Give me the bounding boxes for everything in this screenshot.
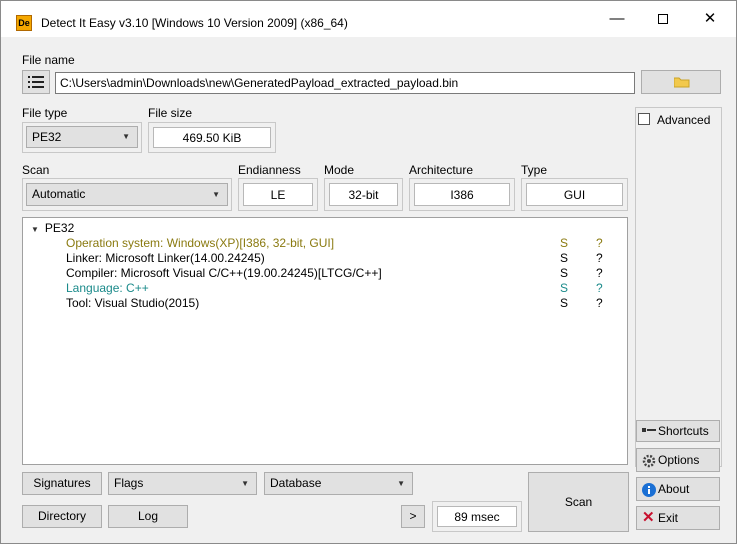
result-row[interactable]: Linker: Microsoft Linker(14.00.24245) [66, 251, 265, 266]
mode-field: 32-bit [329, 183, 398, 206]
scan-button[interactable]: Scan [528, 472, 629, 532]
flags-value: Flags [114, 476, 144, 490]
gear-icon [642, 454, 656, 468]
maximize-button[interactable] [640, 1, 686, 37]
signature-link[interactable]: S [560, 251, 568, 265]
file-menu-button[interactable] [22, 70, 50, 94]
exit-label: Exit [658, 511, 679, 525]
mode-group: 32-bit [324, 178, 403, 211]
window-title: Detect It Easy v3.10 [Windows 10 Version… [41, 16, 348, 30]
keyboard-icon [642, 428, 656, 432]
file-path-input[interactable]: C:\Users\admin\Downloads\new\GeneratedPa… [55, 72, 635, 94]
type-label: Type [521, 163, 548, 177]
time-group: 89 msec [432, 501, 522, 532]
file-type-value: PE32 [32, 130, 62, 144]
info-link[interactable]: ? [596, 296, 603, 310]
shortcuts-button[interactable]: Shortcuts [636, 420, 720, 442]
tree-root-label: PE32 [44, 221, 75, 235]
endianness-field: LE [243, 183, 313, 206]
file-type-select[interactable]: PE32 ▼ [26, 126, 138, 148]
info-link[interactable]: ? [596, 251, 603, 265]
file-size-label: File size [148, 106, 193, 120]
options-button[interactable]: Options [636, 448, 720, 472]
chevron-down-icon: ▼ [122, 132, 130, 141]
close-button[interactable]: ✕ [687, 1, 733, 37]
scan-label: Scan [22, 163, 50, 177]
app-logo-icon: De [16, 15, 32, 31]
result-row[interactable]: Operation system: Windows(XP)[I386, 32-b… [66, 236, 334, 251]
app-window: De Detect It Easy v3.10 [Windows 10 Vers… [0, 0, 737, 544]
signature-link[interactable]: S [560, 296, 568, 310]
exit-button[interactable]: ✕ Exit [636, 506, 720, 530]
detection-results: ▼ PE32 Operation system: Windows(XP)[I386… [22, 217, 628, 465]
flags-select[interactable]: Flags ▼ [108, 472, 257, 495]
shortcuts-label: Shortcuts [658, 424, 709, 438]
info-link[interactable]: ? [596, 281, 603, 295]
next-button[interactable]: > [401, 505, 425, 528]
open-file-button[interactable] [641, 70, 721, 94]
database-value: Database [270, 476, 322, 490]
architecture-label: Architecture [409, 163, 474, 177]
result-row[interactable]: Tool: Visual Studio(2015) [66, 296, 199, 311]
list-icon [28, 76, 44, 88]
endianness-label: Endianness [238, 163, 301, 177]
database-select[interactable]: Database ▼ [264, 472, 413, 495]
architecture-field: I386 [414, 183, 510, 206]
result-row[interactable]: Language: C++ [66, 281, 149, 296]
endianness-group: LE [238, 178, 318, 211]
architecture-group: I386 [409, 178, 515, 211]
tree-expand-icon[interactable]: ▼ [31, 225, 39, 234]
file-size-group: 469.50 KiB [148, 122, 276, 153]
signatures-button[interactable]: Signatures [22, 472, 102, 495]
tree-root[interactable]: ▼ PE32 [31, 221, 74, 235]
advanced-label: Advanced [657, 113, 711, 127]
file-type-label: File type [22, 106, 68, 120]
minimize-button[interactable]: — [594, 1, 640, 37]
scan-select[interactable]: Automatic ▼ [26, 183, 228, 206]
title-bar: De Detect It Easy v3.10 [Windows 10 Vers… [1, 1, 736, 37]
chevron-down-icon: ▼ [212, 190, 220, 199]
side-panel [635, 107, 722, 467]
about-label: About [658, 482, 690, 496]
signature-link[interactable]: S [560, 281, 568, 295]
log-button[interactable]: Log [108, 505, 188, 528]
chevron-down-icon: ▼ [397, 479, 405, 488]
type-field: GUI [526, 183, 623, 206]
result-row[interactable]: Compiler: Microsoft Visual C/C++(19.00.2… [66, 266, 382, 281]
scan-value: Automatic [32, 187, 86, 201]
info-link[interactable]: ? [596, 266, 603, 280]
chevron-down-icon: ▼ [241, 479, 249, 488]
signature-link[interactable]: S [560, 236, 568, 250]
options-label: Options [658, 453, 700, 467]
about-button[interactable]: About [636, 477, 720, 501]
scan-time-field: 89 msec [437, 506, 517, 527]
info-link[interactable]: ? [596, 236, 603, 250]
directory-button[interactable]: Directory [22, 505, 102, 528]
maximize-icon [658, 14, 668, 25]
file-name-label: File name [22, 53, 75, 67]
info-icon [642, 483, 656, 497]
type-group: GUI [521, 178, 628, 211]
signature-link[interactable]: S [560, 266, 568, 280]
file-size-field: 469.50 KiB [153, 127, 271, 148]
mode-label: Mode [324, 163, 355, 177]
exit-x-icon: ✕ [642, 509, 655, 526]
folder-icon [674, 77, 690, 88]
advanced-checkbox[interactable] [638, 113, 650, 125]
